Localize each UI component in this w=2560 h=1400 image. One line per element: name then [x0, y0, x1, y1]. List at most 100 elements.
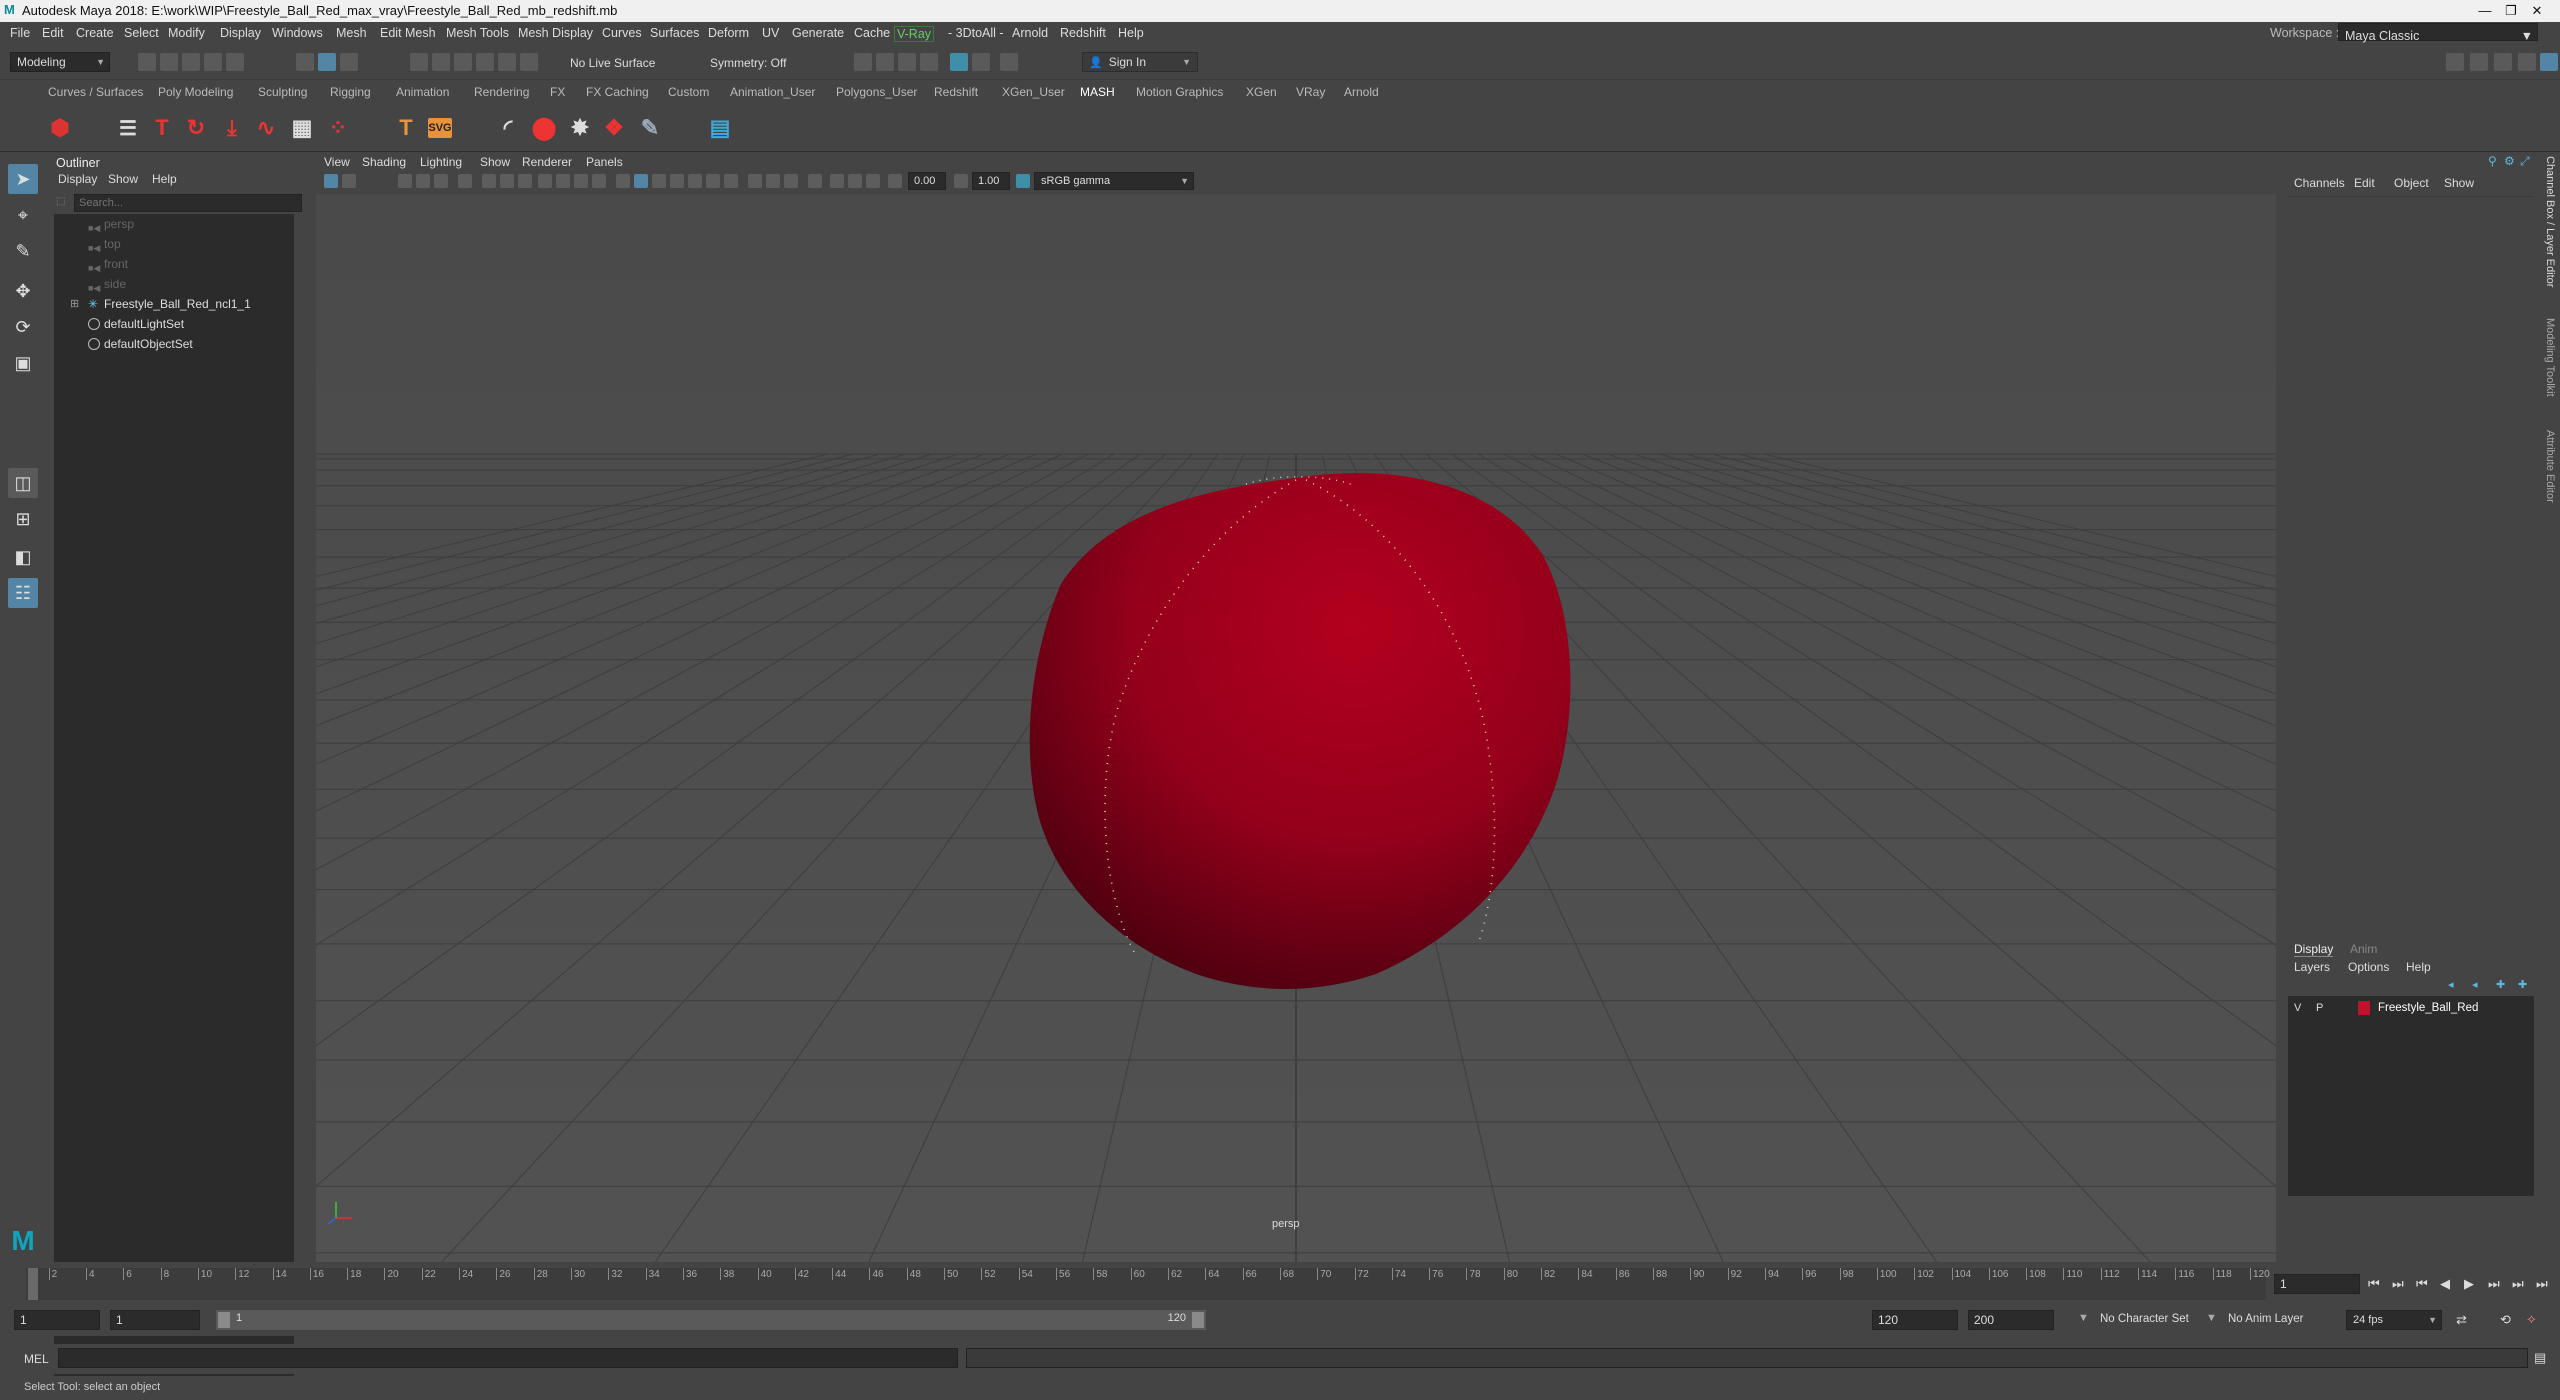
current-frame-field[interactable]: 1 [2274, 1274, 2360, 1294]
viewport-menu-show[interactable]: Show [480, 155, 510, 169]
shelf-tab-xgen-user[interactable]: XGen_User [1002, 85, 1065, 99]
scene-start-field[interactable]: 1 [14, 1310, 100, 1330]
color-management-icon[interactable] [1016, 174, 1030, 188]
smooth-shade-icon[interactable] [634, 174, 648, 188]
toggle-channel-box-icon[interactable] [2518, 53, 2536, 71]
grid-toggle-icon[interactable] [482, 174, 496, 188]
resolution-gate-icon[interactable] [518, 174, 532, 188]
channels-menu-object[interactable]: Object [2394, 176, 2429, 190]
range-start-handle[interactable] [218, 1312, 230, 1328]
current-time-indicator[interactable] [28, 1268, 38, 1300]
mash-paint-icon[interactable]: ✎ [636, 114, 664, 142]
snap-grid-icon[interactable] [410, 53, 428, 71]
textured-icon[interactable] [688, 174, 702, 188]
wireframe-icon[interactable] [616, 174, 630, 188]
channels-menu-edit[interactable]: Edit [2354, 176, 2375, 190]
safe-action-icon[interactable] [574, 174, 588, 188]
safe-title-icon[interactable] [592, 174, 606, 188]
snap-point-icon[interactable] [454, 53, 472, 71]
search-options-icon[interactable]: ⬚ [56, 196, 65, 207]
menu-deform[interactable]: Deform [708, 26, 749, 40]
shelf-tab-poly-modeling[interactable]: Poly Modeling [158, 85, 233, 99]
shelf-tab-fx[interactable]: FX [550, 85, 565, 99]
render-view-icon[interactable] [950, 53, 968, 71]
motion-blur-icon[interactable] [766, 174, 780, 188]
animation-prefs-icon[interactable]: ✧ [2526, 1312, 2537, 1328]
outliner-menu-show[interactable]: Show [108, 172, 138, 186]
channels-menu-channels[interactable]: Channels [2294, 176, 2345, 190]
mash-list-icon[interactable]: ☰ [114, 114, 142, 142]
ipr-render-icon[interactable] [876, 53, 894, 71]
menu-windows[interactable]: Windows [272, 26, 323, 40]
open-scene-icon[interactable] [160, 53, 178, 71]
snap-surface-icon[interactable] [498, 53, 516, 71]
step-back-key-icon[interactable]: ⏭ [2392, 1276, 2404, 1292]
2d-pan-zoom-icon[interactable] [434, 174, 448, 188]
menu-edit-mesh[interactable]: Edit Mesh [380, 26, 436, 40]
new-layer-selected-icon[interactable]: ✚ [2518, 978, 2527, 991]
playback-end-field[interactable]: 120 [1872, 1310, 1958, 1330]
list-item[interactable]: ■◀ persp [54, 214, 294, 234]
mode-dropdown[interactable]: Modeling ▼ [10, 52, 110, 72]
go-to-end-icon[interactable]: ⏭ [2536, 1276, 2548, 1292]
mash-wave-icon[interactable]: ∿ [252, 114, 280, 142]
shelf-tab-mash[interactable]: MASH [1080, 85, 1115, 99]
shelf-tab-rigging[interactable]: Rigging [330, 85, 371, 99]
shelf-tab-fx-caching[interactable]: FX Caching [586, 85, 649, 99]
menu-mesh[interactable]: Mesh [336, 26, 367, 40]
paint-select-tool-icon[interactable]: ✎ [8, 236, 38, 266]
move-layer-down-icon[interactable]: ◂ [2472, 978, 2478, 991]
channel-box-toggle-icon[interactable]: ⚲ [2488, 154, 2497, 168]
toggle-attribute-editor-icon[interactable] [2470, 53, 2488, 71]
menu-modify[interactable]: Modify [168, 26, 205, 40]
scene-view[interactable] [316, 194, 2276, 1262]
shelf-tab-animation[interactable]: Animation [396, 85, 449, 99]
menu-uv[interactable]: UV [762, 26, 779, 40]
viewport-menu-view[interactable]: View [324, 155, 350, 169]
time-ruler[interactable]: 1246810121416182022242628303234363840424… [26, 1268, 2270, 1300]
list-item[interactable]: defaultLightSet [54, 314, 294, 334]
menu-mesh-tools[interactable]: Mesh Tools [446, 26, 509, 40]
type-tool-icon[interactable]: T [392, 114, 420, 142]
step-forward-key-icon[interactable]: ⏭ [2512, 1276, 2524, 1292]
scale-tool-icon[interactable]: ▣ [8, 348, 38, 378]
hypershade-icon[interactable] [920, 53, 938, 71]
four-view-layout-icon[interactable]: ⊞ [8, 504, 38, 534]
anim-layer-label[interactable]: No Anim Layer [2228, 1313, 2303, 1325]
playback-start-field[interactable]: 1 [110, 1310, 200, 1330]
shelf-tab-vray[interactable]: VRay [1296, 85, 1325, 99]
render-settings-icon[interactable] [898, 53, 916, 71]
viewport-menu-panels[interactable]: Panels [586, 155, 623, 169]
mash-network-icon[interactable]: ⬢ [46, 114, 74, 142]
viewport-menu-renderer[interactable]: Renderer [522, 155, 572, 169]
layer-tab-anim[interactable]: Anim [2350, 942, 2377, 956]
persp-outliner-layout-icon[interactable]: ◧ [8, 542, 38, 572]
menu-select[interactable]: Select [124, 26, 159, 40]
lasso-tool-icon[interactable]: ⌖ [8, 200, 38, 230]
toggle-layout-icon[interactable] [2540, 53, 2558, 71]
shelf-tab-sculpting[interactable]: Sculpting [258, 85, 307, 99]
outliner-menu-display[interactable]: Display [58, 172, 97, 186]
layer-menu-layers[interactable]: Layers [2294, 960, 2330, 974]
expand-icon[interactable]: ⊞ [70, 294, 79, 314]
gamma-icon[interactable] [954, 174, 968, 188]
shelf-tab-xgen[interactable]: XGen [1246, 85, 1277, 99]
menu-redshift[interactable]: Redshift [1060, 26, 1106, 40]
menu-curves[interactable]: Curves [602, 26, 642, 40]
play-forwards-icon[interactable]: ▶ [2464, 1276, 2474, 1292]
layer-tab-display[interactable]: Display [2294, 942, 2334, 957]
range-end-handle[interactable] [1192, 1312, 1204, 1328]
menu-display[interactable]: Display [220, 26, 261, 40]
image-plane-icon[interactable] [416, 174, 430, 188]
xray-joints-icon[interactable] [866, 174, 880, 188]
toggle-tool-settings-icon[interactable] [2494, 53, 2512, 71]
side-tab-modeling-toolkit[interactable]: Modeling Toolkit [2544, 318, 2556, 397]
menu-surfaces[interactable]: Surfaces [650, 26, 699, 40]
shelf-tab-polygons-user[interactable]: Polygons_User [836, 85, 917, 99]
gate-mask-icon[interactable] [538, 174, 552, 188]
menu-arnold[interactable]: Arnold [1012, 26, 1048, 40]
render-frame-icon[interactable] [854, 53, 872, 71]
use-all-lights-icon[interactable] [706, 174, 720, 188]
mash-curve-icon[interactable]: ↻ [182, 114, 210, 142]
layer-visibility-toggle[interactable]: V [2294, 1002, 2301, 1014]
